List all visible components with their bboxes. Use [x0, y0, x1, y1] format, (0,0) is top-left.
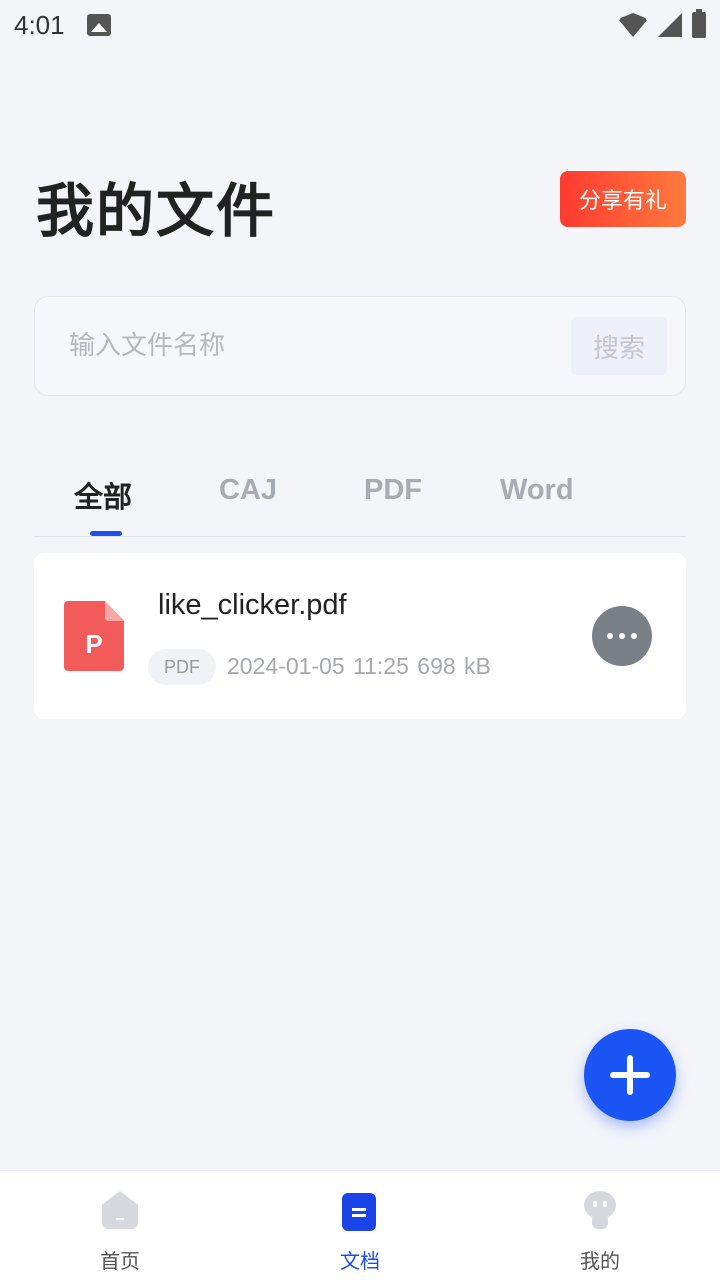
more-dot — [619, 633, 625, 639]
file-name: like_clicker.pdf — [158, 589, 347, 621]
add-file-button[interactable] — [584, 1029, 676, 1121]
search-bar: 搜索 — [34, 296, 686, 396]
file-type-tabs: 全部 CAJ PDF Word — [34, 456, 686, 537]
file-type-badge: PDF — [148, 649, 216, 685]
profile-icon-head — [584, 1191, 616, 1219]
nav-item-documents[interactable]: 文档 — [240, 1171, 480, 1280]
tab-all[interactable]: 全部 — [74, 474, 132, 516]
tab-pdf[interactable]: PDF — [364, 474, 422, 507]
battery-icon — [692, 9, 706, 38]
nav-item-profile[interactable]: 我的 — [480, 1171, 720, 1280]
image-icon — [86, 14, 111, 36]
home-icon — [102, 1191, 138, 1229]
nav-item-home[interactable]: 首页 — [0, 1171, 240, 1280]
signal-icon — [658, 13, 682, 37]
profile-icon-body — [592, 1217, 608, 1229]
share-reward-button[interactable]: 分享有礼 — [560, 171, 686, 227]
wifi-icon — [618, 13, 648, 37]
tab-word[interactable]: Word — [500, 474, 574, 507]
status-icons — [618, 9, 706, 38]
status-time: 4:01 — [14, 9, 65, 40]
file-meta: 2024-01-05 11:25 698 kB — [227, 653, 491, 679]
more-dot — [631, 633, 637, 639]
tab-caj[interactable]: CAJ — [219, 474, 277, 507]
nav-label-profile: 我的 — [580, 1249, 620, 1273]
search-input[interactable] — [69, 331, 571, 361]
more-dot — [607, 633, 613, 639]
file-list-item[interactable]: P like_clicker.pdf PDF 2024-01-05 11:25 … — [34, 553, 686, 719]
document-icon — [342, 1193, 376, 1231]
pdf-file-icon: P — [64, 601, 124, 671]
status-bar: 4:01 — [0, 0, 720, 50]
profile-icon-eye — [603, 1201, 607, 1207]
bottom-nav: 首页 文档 我的 — [0, 1170, 720, 1280]
nav-label-documents: 文档 — [340, 1249, 380, 1273]
pdf-file-icon-letter: P — [85, 628, 103, 659]
page-title: 我的文件 — [36, 177, 277, 245]
nav-label-home: 首页 — [100, 1249, 140, 1273]
profile-icon-eye — [593, 1201, 597, 1207]
more-options-button[interactable] — [592, 606, 652, 666]
profile-icon — [584, 1191, 616, 1231]
search-button[interactable]: 搜索 — [571, 317, 667, 375]
active-tab-indicator — [90, 531, 122, 536]
